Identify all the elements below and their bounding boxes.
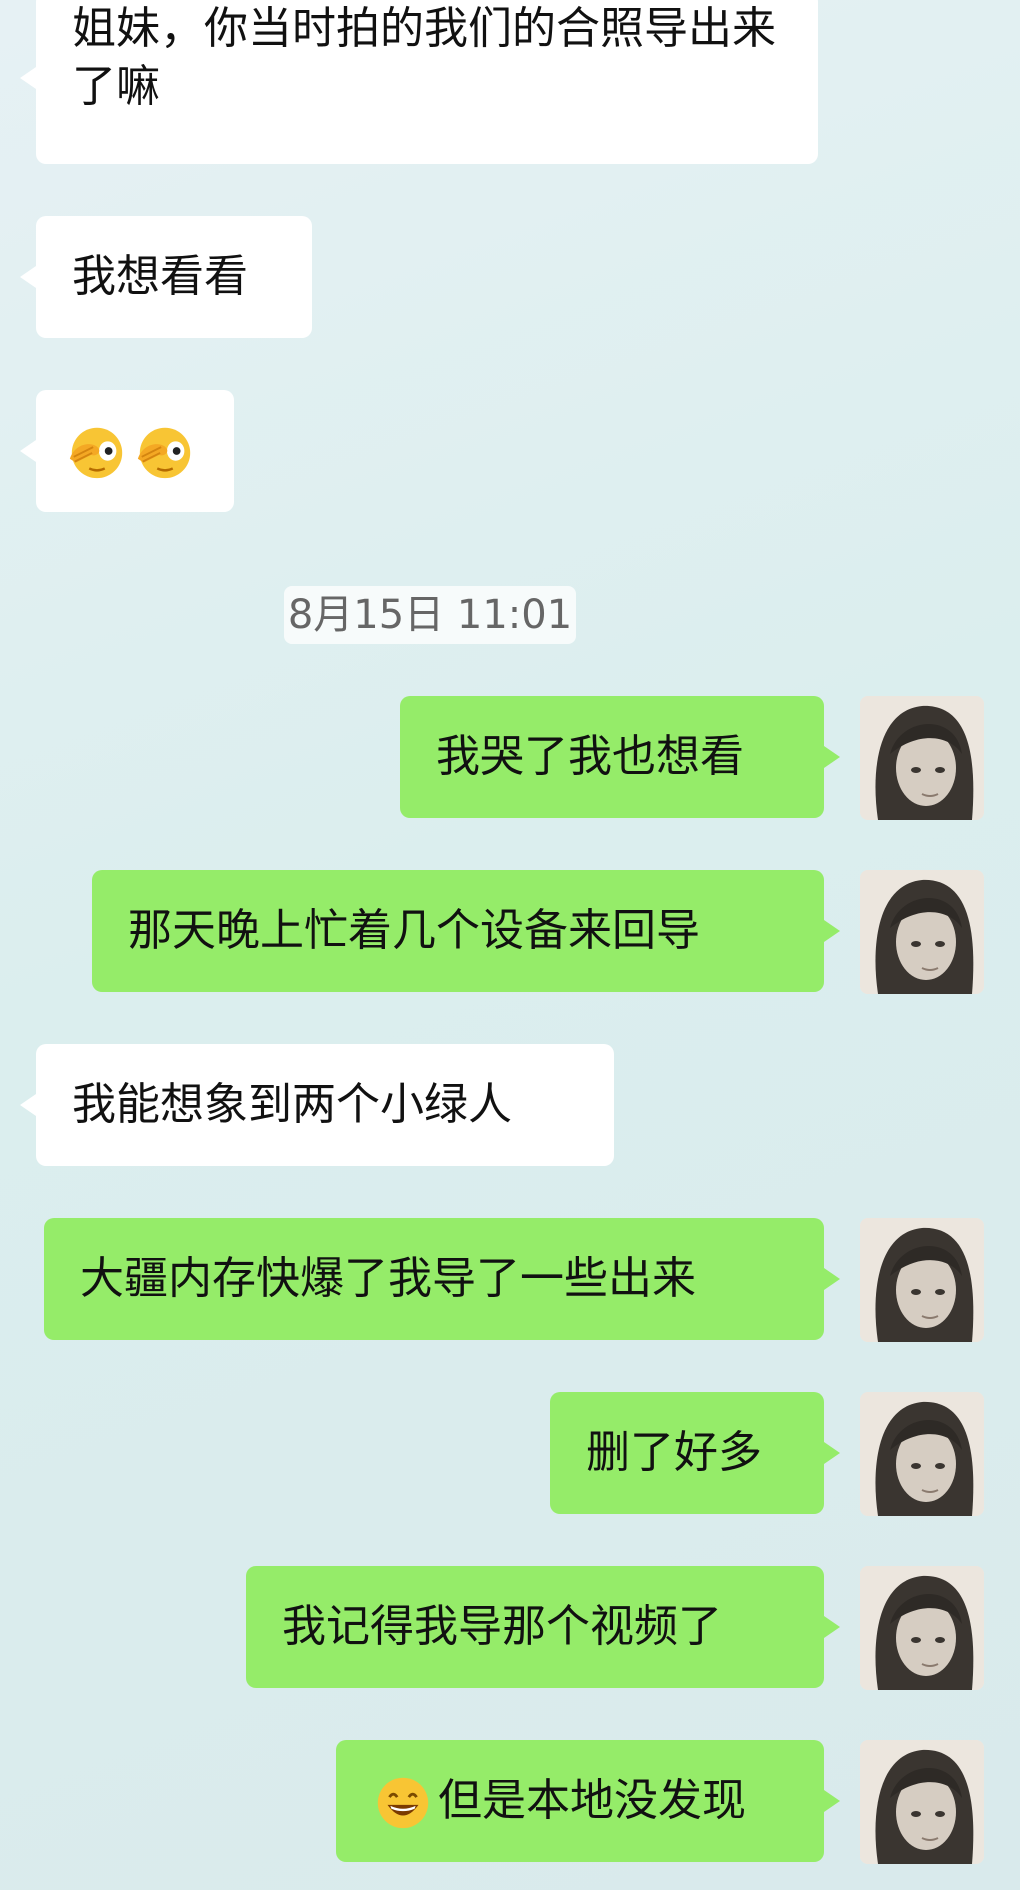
message-text: 我哭了我也想看 bbox=[436, 731, 744, 782]
message-text: 姐妹，你当时拍的我们的合照导出来了嘛 bbox=[72, 3, 776, 112]
message-text: 但是本地没发现 bbox=[438, 1775, 746, 1826]
incoming-message[interactable]: 我想看看 bbox=[20, 216, 312, 338]
outgoing-message[interactable]: 但是本地没发现 bbox=[336, 1740, 840, 1862]
outgoing-message[interactable]: 我记得我导那个视频了 bbox=[246, 1566, 840, 1688]
avatar-portrait-icon bbox=[860, 870, 984, 994]
incoming-message[interactable]: 我能想象到两个小绿人 bbox=[20, 1044, 614, 1166]
avatar-portrait-icon bbox=[860, 696, 984, 820]
outgoing-message[interactable]: 那天晚上忙着几个设备来回导 bbox=[92, 870, 840, 992]
avatar[interactable] bbox=[860, 696, 984, 820]
peek-emoji-icon bbox=[69, 427, 123, 479]
avatar[interactable] bbox=[860, 1740, 984, 1864]
timestamp: 8月15日 11:01 bbox=[284, 586, 576, 644]
message-text: 那天晚上忙着几个设备来回导 bbox=[128, 905, 700, 956]
message-text: 我记得我导那个视频了 bbox=[282, 1601, 722, 1652]
message-text: 删了好多 bbox=[586, 1427, 762, 1478]
outgoing-message[interactable]: 大疆内存快爆了我导了一些出来 bbox=[44, 1218, 840, 1340]
outgoing-message[interactable]: 删了好多 bbox=[550, 1392, 840, 1514]
avatar-portrait-icon bbox=[860, 1392, 984, 1516]
avatar[interactable] bbox=[860, 1392, 984, 1516]
avatar-portrait-icon bbox=[860, 1218, 984, 1342]
message-text: 大疆内存快爆了我导了一些出来 bbox=[80, 1253, 696, 1304]
peek-emoji-icon bbox=[137, 427, 191, 479]
message-text: 我能想象到两个小绿人 bbox=[72, 1079, 512, 1130]
outgoing-message[interactable]: 我哭了我也想看 bbox=[400, 696, 840, 818]
avatar[interactable] bbox=[860, 870, 984, 994]
message-text: 我想看看 bbox=[72, 251, 248, 302]
avatar-portrait-icon bbox=[860, 1740, 984, 1864]
avatar[interactable] bbox=[860, 1218, 984, 1342]
incoming-emoji-message[interactable] bbox=[20, 390, 234, 512]
avatar-portrait-icon bbox=[860, 1566, 984, 1690]
grin-emoji-icon bbox=[377, 1777, 429, 1829]
incoming-message[interactable]: 姐妹，你当时拍的我们的合照导出来了嘛 bbox=[20, 0, 818, 164]
avatar[interactable] bbox=[860, 1566, 984, 1690]
